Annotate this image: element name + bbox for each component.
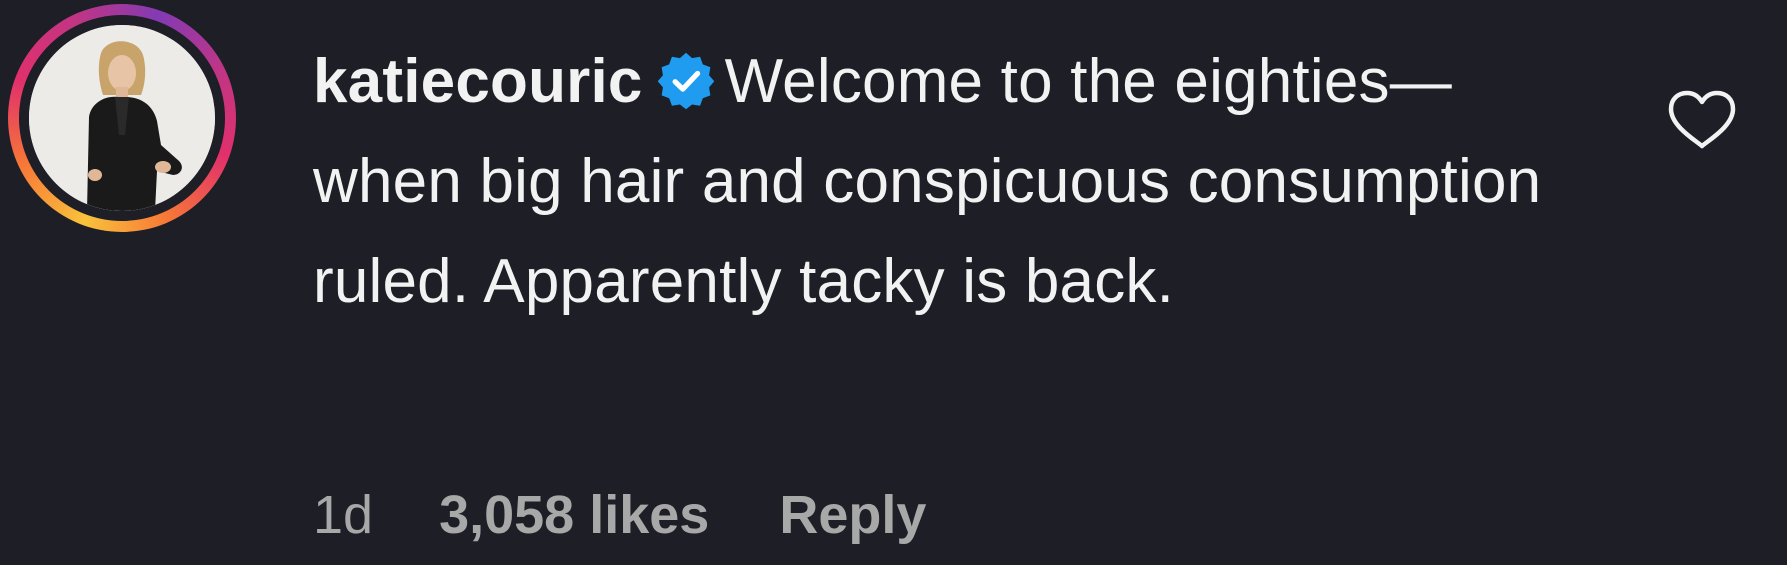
avatar[interactable] (29, 25, 215, 211)
heart-outline-icon (1668, 90, 1736, 149)
verified-badge-icon (657, 52, 715, 110)
reply-button[interactable]: Reply (779, 485, 926, 545)
story-ring[interactable] (8, 4, 236, 232)
username[interactable]: katiecouric (313, 47, 643, 116)
comment-body: katiecouric Welcome to the eighties—when… (313, 32, 1593, 332)
story-ring-gap (19, 15, 225, 221)
timestamp[interactable]: 1d (313, 485, 373, 545)
likes-count[interactable]: 3,058 likes (439, 485, 709, 545)
avatar-image (29, 25, 215, 211)
comment-meta: 1d 3,058 likes Reply (313, 485, 926, 545)
comment: katiecouric Welcome to the eighties—when… (0, 0, 1787, 565)
like-button[interactable] (1665, 88, 1739, 152)
